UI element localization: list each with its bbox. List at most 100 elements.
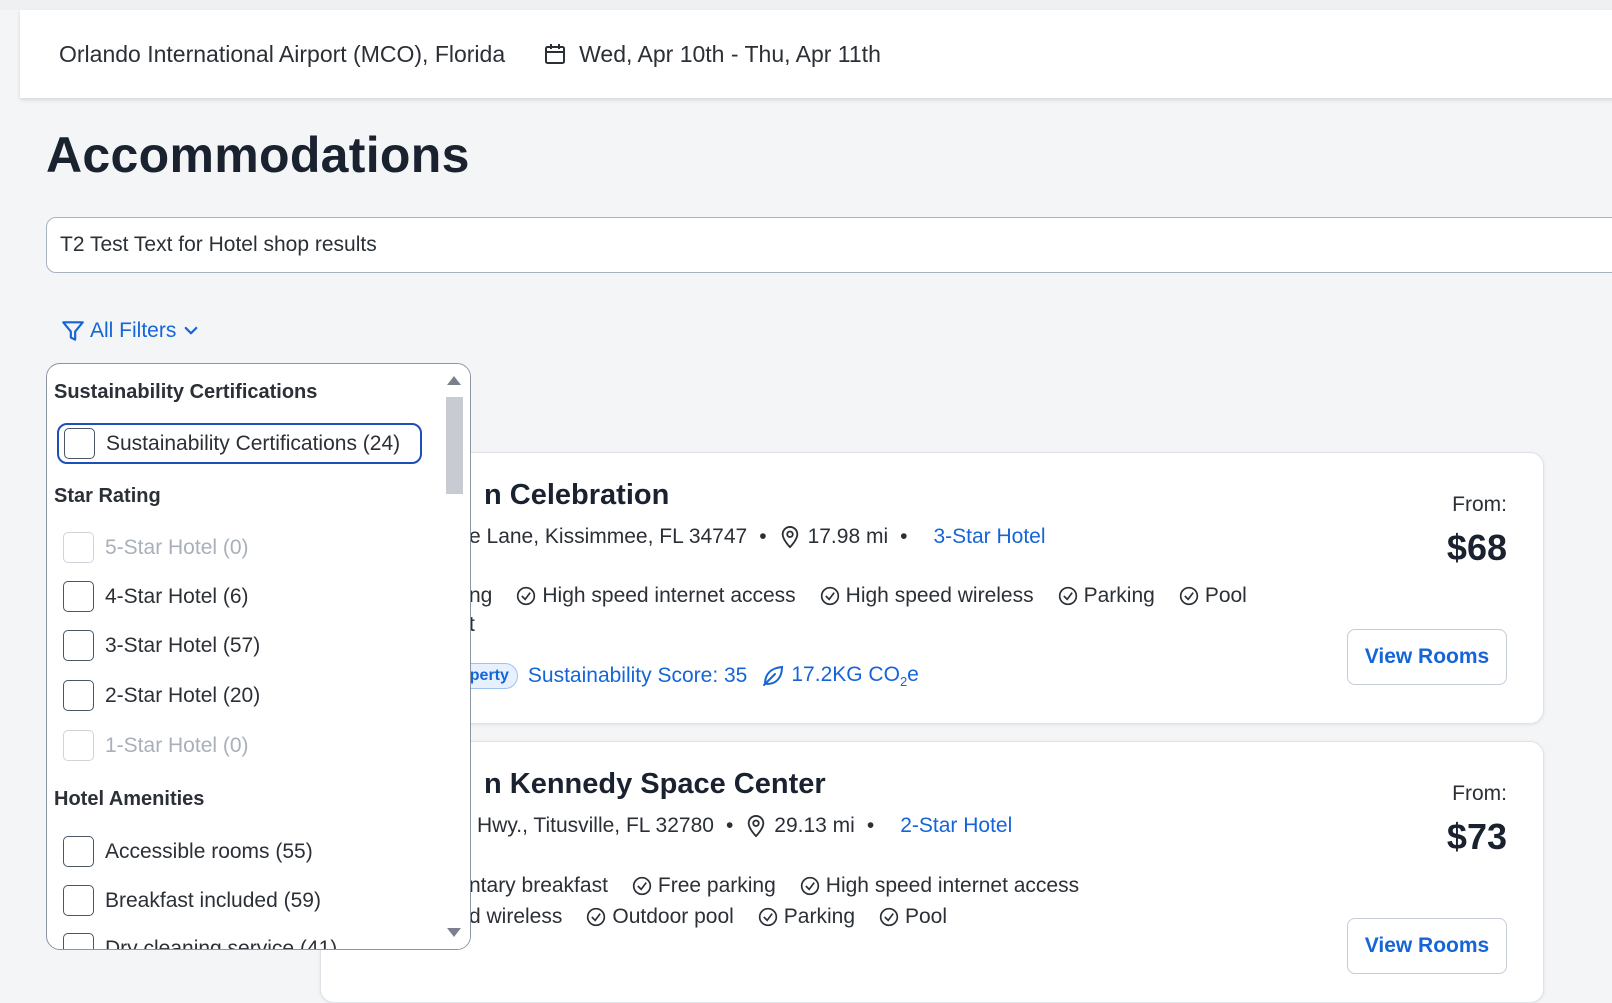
check-circle-icon [516,586,536,606]
amenity-label: Pool [905,905,948,928]
check-circle-icon [879,907,899,927]
scrollbar-thumb[interactable] [446,397,463,494]
hotel-address-line: Hwy., Titusville, FL 32780 • 29.13 mi • … [477,814,1012,838]
checkbox[interactable] [63,630,94,661]
amenity-label: ntary breakfast [469,874,608,897]
amenity-item: d wireless [469,905,562,929]
amenity-label: Free parking [657,874,776,897]
amenity-label: High speed wireless [845,584,1034,607]
view-rooms-button[interactable]: View Rooms [1347,629,1507,685]
search-summary-bar: Orlando International Airport (MCO), Flo… [20,10,1612,98]
filter-option-accessible-rooms[interactable]: Accessible rooms (55) [63,836,313,867]
filter-option-sustainability[interactable]: Sustainability Certifications (24) [57,423,423,464]
check-circle-icon [586,907,606,927]
checkbox[interactable] [63,581,94,612]
sustainability-row: operty Sustainability Score: 35 17.2KG C… [451,663,919,689]
checkbox[interactable] [63,680,94,711]
sustainability-score[interactable]: Sustainability Score: 35 [528,664,747,688]
hotel-address: e Lane, Kissimmee, FL 34747 [469,525,748,548]
hotel-card[interactable]: n Celebration e Lane, Kissimmee, FL 3474… [320,452,1544,724]
view-rooms-button[interactable]: View Rooms [1347,918,1507,974]
all-filters-label: All Filters [90,319,177,342]
check-circle-icon [800,876,820,896]
hotel-distance: 29.13 mi [774,814,855,837]
hotel-name[interactable]: n Kennedy Space Center [484,768,826,801]
check-circle-icon [1058,586,1078,606]
amenity-label: High speed internet access [825,874,1080,897]
amenities-row: ntary breakfast Free parking High speed … [469,874,1103,898]
amenity-item: Pool [879,905,947,929]
filter-option-dry-cleaning[interactable]: Dry cleaning service (41) [63,933,337,949]
amenity-item: High speed wireless [820,584,1034,608]
amenity-label: Outdoor pool [612,905,734,928]
filter-option-label: 1-Star Hotel (0) [105,733,249,757]
hotel-price: $68 [1446,527,1507,568]
amenity-item: ng [469,584,492,608]
checkbox [63,532,94,563]
filters-panel: Sustainability Certifications Sustainabi… [46,363,471,950]
filter-option-label: 3-Star Hotel (57) [105,633,261,657]
filter-option-label: 2-Star Hotel (20) [105,683,261,707]
price-from-label: From: [1452,782,1507,805]
filter-option-5-star: 5-Star Hotel (0) [63,532,249,563]
filter-icon [60,318,86,344]
co2-value: 17.2KG CO2e [791,663,918,689]
checkbox[interactable] [63,836,94,867]
separator-dot: • [866,814,875,837]
amenity-item: Parking [758,905,855,929]
amenity-item: Parking [1058,584,1155,608]
location-pin-icon [779,525,801,549]
price-from-label: From: [1452,493,1507,516]
checkbox[interactable] [63,933,94,949]
filter-option-breakfast[interactable]: Breakfast included (59) [63,885,321,916]
filter-option-label: 4-Star Hotel (6) [105,584,249,608]
page-title: Accommodations [46,127,470,183]
search-dates[interactable]: Wed, Apr 10th - Thu, Apr 11th [579,41,881,68]
amenity-label: Parking [783,905,855,928]
checkbox [63,730,94,761]
filter-option-label: Dry cleaning service (41) [105,936,338,950]
check-circle-icon [632,876,652,896]
hotel-star-rating[interactable]: 3-Star Hotel [933,525,1045,549]
hotel-address: Hwy., Titusville, FL 32780 [477,814,714,837]
separator-dot: • [759,525,767,548]
amenity-item: Free parking [632,874,776,898]
chevron-down-icon [182,322,200,340]
scroll-down-arrow-icon[interactable] [447,928,461,937]
filter-option-label: Sustainability Certifications (24) [106,431,401,455]
checkbox[interactable] [64,428,95,459]
amenity-label: ng [469,584,493,607]
hotel-distance: 17.98 mi [807,525,889,548]
hotel-name[interactable]: n Celebration [484,479,669,512]
amenity-label: d wireless [469,905,563,928]
filter-option-label: Accessible rooms (55) [105,839,313,863]
checkbox[interactable] [63,885,94,916]
top-strip [0,0,1612,10]
filter-option-4-star[interactable]: 4-Star Hotel (6) [63,581,249,612]
scroll-up-arrow-icon[interactable] [447,376,461,385]
leaf-icon [761,664,785,688]
amenity-label: High speed internet access [542,584,796,607]
filter-option-3-star[interactable]: 3-Star Hotel (57) [63,630,260,661]
filter-option-2-star[interactable]: 2-Star Hotel (20) [63,680,260,711]
filter-option-1-star: 1-Star Hotel (0) [63,730,249,761]
calendar-icon [543,42,567,66]
co2-text: 17.2KG CO [791,663,900,686]
separator-dot: • [725,814,734,837]
filters-panel-content: Sustainability Certifications Sustainabi… [47,364,439,949]
check-circle-icon [1179,586,1199,606]
hotel-card[interactable]: n Kennedy Space Center Hwy., Titusville,… [320,741,1544,1003]
co2-suffix: e [907,663,919,686]
all-filters-button[interactable]: All Filters [60,318,200,344]
hotel-price: $73 [1446,816,1507,857]
location-pin-icon [745,814,767,838]
results-notice: T2 Test Text for Hotel shop results [46,217,1612,273]
hotel-address-line: e Lane, Kissimmee, FL 34747 • 17.98 mi •… [469,525,1046,549]
amenity-item: High speed internet access [800,874,1079,898]
filters-scrollbar[interactable] [439,364,470,949]
check-circle-icon [758,907,778,927]
filter-option-label: Breakfast included (59) [105,888,321,912]
search-location[interactable]: Orlando International Airport (MCO), Flo… [59,41,505,68]
hotel-star-rating[interactable]: 2-Star Hotel [900,814,1012,838]
amenities-row: ng High speed internet access High speed… [469,584,1271,608]
